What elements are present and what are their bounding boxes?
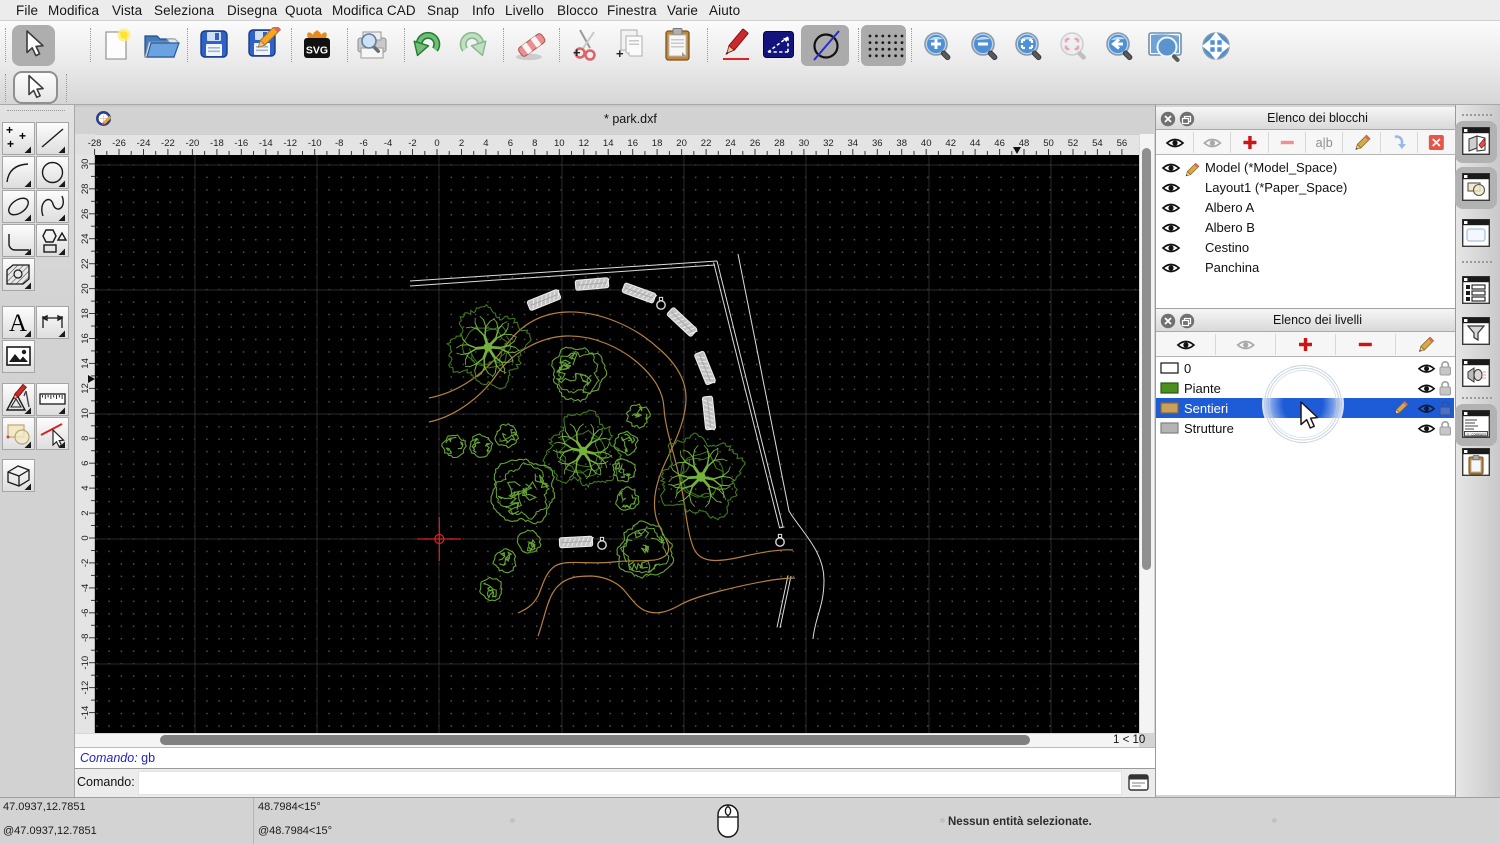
svg-text:-14: -14 [80, 706, 91, 720]
svg-text:-8: -8 [80, 634, 91, 642]
svg-text:-10: -10 [80, 656, 91, 670]
svg-text:10: 10 [80, 408, 91, 419]
svg-text:-6: -6 [80, 609, 91, 617]
svg-text:24: 24 [80, 233, 91, 244]
svg-text:-12: -12 [80, 681, 91, 695]
svg-text:28: 28 [80, 184, 91, 195]
svg-text:22: 22 [80, 258, 91, 269]
svg-text:0: 0 [80, 535, 91, 540]
svg-text:-4: -4 [80, 584, 91, 592]
svg-text:> command: > command [1467, 432, 1486, 437]
svg-text:2: 2 [80, 510, 91, 515]
svg-text:-2: -2 [80, 559, 91, 567]
svg-text:20: 20 [80, 283, 91, 294]
svg-text:a|b: a|b [1316, 136, 1333, 150]
svg-text:4: 4 [80, 485, 91, 490]
svg-text:6: 6 [80, 461, 91, 466]
svg-text:26: 26 [80, 209, 91, 220]
svg-text:12: 12 [80, 383, 91, 394]
svg-text:8: 8 [80, 436, 91, 441]
